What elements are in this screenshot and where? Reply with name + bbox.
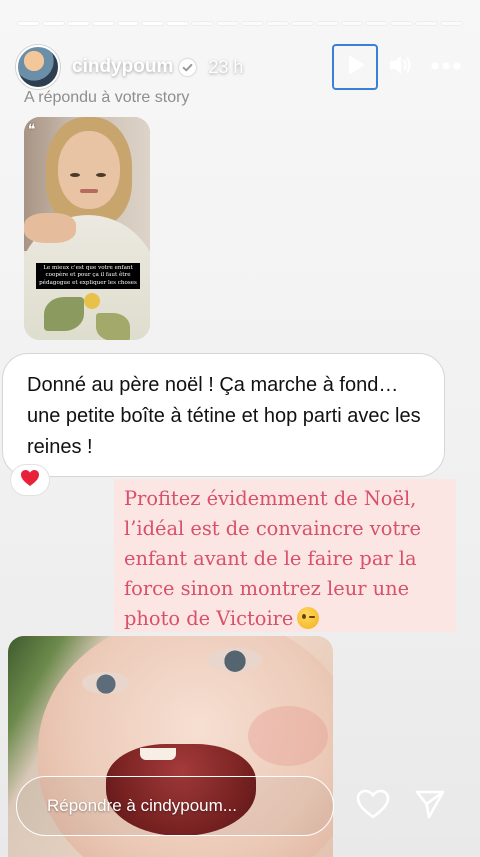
verified-badge-icon — [179, 58, 197, 76]
more-icon — [430, 58, 462, 76]
wink-emoji-icon — [297, 607, 320, 629]
story-progress — [18, 22, 463, 25]
play-button[interactable] — [332, 44, 378, 90]
overlay-line-5: photo de Victoire — [124, 607, 294, 630]
mute-button[interactable] — [382, 49, 418, 85]
send-button[interactable] — [412, 788, 448, 824]
progress-segment — [142, 22, 164, 25]
progress-segment — [18, 22, 39, 25]
thumbnail-caption: Le mieux c'est que votre enfant coopère … — [36, 263, 140, 290]
overlay-line-2: l’idéal est de convaincre votre — [124, 517, 421, 540]
progress-segment — [92, 22, 114, 25]
progress-segment — [291, 22, 313, 25]
progress-segment — [192, 22, 214, 25]
avatar[interactable] — [16, 45, 60, 89]
heart-icon — [356, 789, 390, 824]
progress-segment — [42, 22, 64, 25]
progress-segment — [67, 22, 89, 25]
send-icon — [414, 789, 446, 824]
play-icon — [344, 54, 366, 81]
reply-message-text: Donné au père noël ! Ça marche à fond… u… — [27, 374, 421, 458]
progress-segment — [316, 22, 338, 25]
volume-icon — [387, 52, 413, 83]
story-header: cindypoum 23 h — [16, 44, 468, 90]
progress-segment — [217, 22, 239, 25]
reply-input[interactable] — [47, 796, 317, 816]
overlay-line-4: force sinon montrez leur une — [124, 577, 410, 600]
overlay-line-3: enfant avant de le faire par la — [124, 547, 417, 570]
quote-icon: ❝ — [28, 121, 36, 137]
progress-segment — [167, 22, 189, 25]
reply-bar[interactable] — [16, 776, 334, 836]
progress-segment — [242, 22, 263, 25]
progress-segment — [341, 22, 363, 25]
replied-label: A répondu à votre story — [24, 89, 190, 106]
progress-segment — [117, 22, 139, 25]
heart-reaction-icon — [20, 469, 40, 492]
reaction-badge[interactable] — [10, 464, 50, 496]
progress-segment — [391, 22, 413, 25]
username[interactable]: cindypoum — [72, 56, 173, 78]
like-button[interactable] — [355, 788, 391, 824]
progress-segment — [416, 22, 438, 25]
reply-message-bubble: Donné au père noël ! Ça marche à fond… u… — [2, 353, 445, 477]
post-time: 23 h — [208, 56, 244, 77]
overlay-line-1: Profitez évidemment de Noël, — [124, 487, 417, 510]
progress-segment — [266, 22, 288, 25]
more-options-button[interactable] — [428, 49, 464, 85]
story-thumbnail[interactable]: ❝ Le mieux c'est que votre enfant coopèr… — [24, 117, 150, 340]
story-viewer: cindypoum 23 h A répondu à votre story ❝… — [0, 0, 480, 857]
story-text-overlay: Profitez évidemment de Noël, l’idéal est… — [114, 479, 456, 632]
progress-segment — [441, 22, 463, 25]
progress-segment — [366, 22, 388, 25]
